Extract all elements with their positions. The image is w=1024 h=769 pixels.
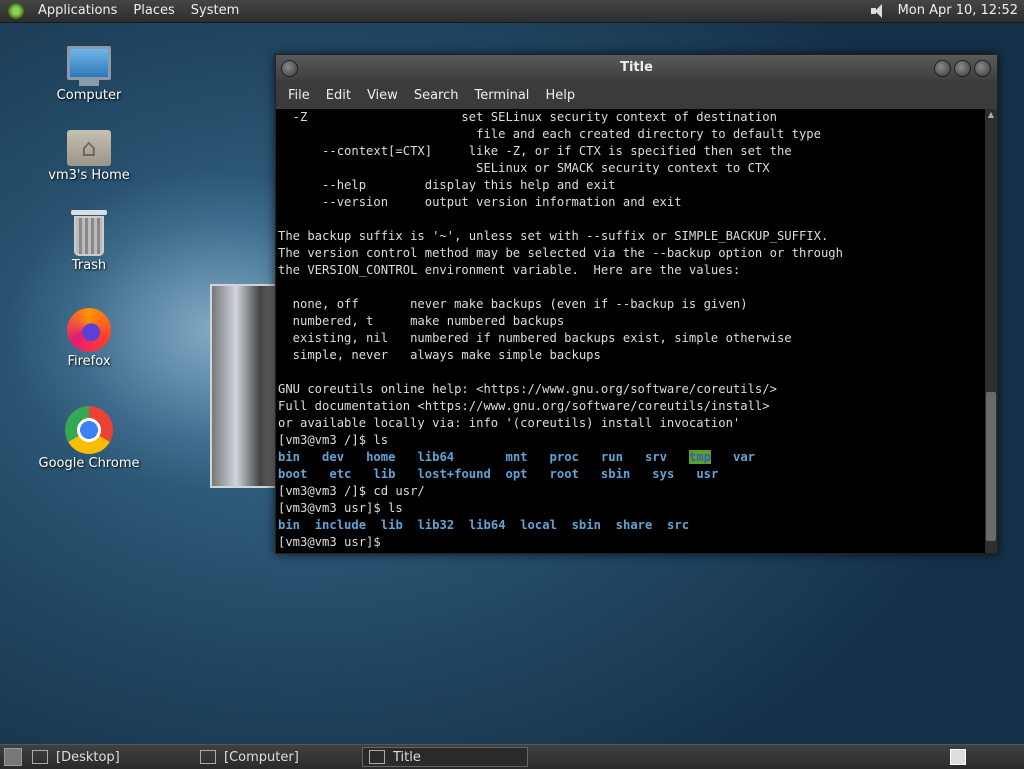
terminal-line: --version output version information and… bbox=[278, 195, 682, 209]
terminal-line: --context[=CTX] like -Z, or if CTX is sp… bbox=[278, 144, 792, 158]
ls-output-root-row2: boot etc lib lost+found opt root sbin sy… bbox=[278, 467, 719, 481]
terminal-line: or available locally via: info '(coreuti… bbox=[278, 416, 741, 430]
trash-icon bbox=[71, 210, 107, 256]
desktop-icon-label: Computer bbox=[56, 88, 122, 103]
taskbar-item-computer[interactable]: [Computer] bbox=[194, 747, 358, 767]
taskbar-item-desktop[interactable]: [Desktop] bbox=[26, 747, 190, 767]
terminal-line: GNU coreutils online help: <https://www.… bbox=[278, 382, 777, 396]
terminal-line: [vm3@vm3 /]$ cd usr/ bbox=[278, 484, 425, 498]
distro-logo-icon[interactable] bbox=[8, 3, 24, 19]
terminal-line: SELinux or SMACK security context to CTX bbox=[278, 161, 770, 175]
window-menubar: File Edit View Search Terminal Help bbox=[276, 81, 997, 109]
folder-icon bbox=[32, 750, 48, 764]
menu-file[interactable]: File bbox=[280, 88, 318, 103]
terminal-line: existing, nil numbered if numbered backu… bbox=[278, 331, 792, 345]
terminal-line: numbered, t make numbered backups bbox=[278, 314, 565, 328]
computer-icon bbox=[200, 750, 216, 764]
window-titlebar[interactable]: Title bbox=[276, 55, 997, 81]
taskbar-item-label: Title bbox=[393, 749, 421, 765]
terminal-line: none, off never make backups (even if --… bbox=[278, 297, 748, 311]
desktop-icon-chrome[interactable]: Google Chrome bbox=[34, 406, 144, 471]
show-desktop-icon[interactable] bbox=[4, 748, 22, 766]
scroll-up-arrow-icon[interactable]: ▲ bbox=[985, 109, 997, 121]
menu-terminal[interactable]: Terminal bbox=[466, 88, 537, 103]
menu-applications[interactable]: Applications bbox=[30, 0, 125, 22]
firefox-icon bbox=[67, 308, 111, 352]
home-folder-icon bbox=[67, 130, 111, 166]
terminal-window[interactable]: Title File Edit View Search Terminal Hel… bbox=[275, 54, 998, 554]
desktop-icon-firefox[interactable]: Firefox bbox=[34, 308, 144, 369]
terminal-line: The version control method may be select… bbox=[278, 246, 843, 260]
menu-edit[interactable]: Edit bbox=[318, 88, 359, 103]
panel-tray: Mon Apr 10, 12:52 bbox=[870, 0, 1024, 22]
close-button[interactable] bbox=[974, 60, 991, 77]
terminal-line: [vm3@vm3 usr]$ ls bbox=[278, 501, 403, 515]
bottom-taskbar: [Desktop] [Computer] Title bbox=[0, 744, 1024, 769]
terminal-line: Full documentation <https://www.gnu.org/… bbox=[278, 399, 770, 413]
taskbar-item-label: [Desktop] bbox=[56, 749, 120, 765]
workspace-switcher[interactable] bbox=[950, 749, 966, 765]
maximize-button[interactable] bbox=[954, 60, 971, 77]
terminal-line: the VERSION_CONTROL environment variable… bbox=[278, 263, 741, 277]
desktop-icon-label: vm3's Home bbox=[48, 168, 130, 183]
menu-view[interactable]: View bbox=[359, 88, 406, 103]
menu-places[interactable]: Places bbox=[125, 0, 182, 22]
desktop-icon-label: Trash bbox=[71, 258, 107, 273]
terminal-line: -Z set SELinux security context of desti… bbox=[278, 110, 777, 124]
volume-icon[interactable] bbox=[870, 3, 888, 19]
terminal-line: simple, never always make simple backups bbox=[278, 348, 601, 362]
terminal-line: --help display this help and exit bbox=[278, 178, 616, 192]
taskbar-item-label: [Computer] bbox=[224, 749, 299, 765]
taskbar-item-terminal[interactable]: Title bbox=[362, 747, 528, 767]
computer-icon bbox=[67, 46, 111, 86]
terminal-line: file and each created directory to defau… bbox=[278, 127, 821, 141]
chrome-icon bbox=[65, 406, 113, 454]
clock[interactable]: Mon Apr 10, 12:52 bbox=[898, 0, 1018, 22]
desktop-icon-computer[interactable]: Computer bbox=[34, 46, 144, 103]
menu-system[interactable]: System bbox=[183, 0, 247, 22]
terminal-scrollbar[interactable]: ▲ bbox=[985, 109, 997, 553]
scroll-thumb[interactable] bbox=[986, 392, 996, 541]
top-panel: Applications Places System Mon Apr 10, 1… bbox=[0, 0, 1024, 23]
desktop-icon-home[interactable]: vm3's Home bbox=[34, 130, 144, 183]
desktop-icon-trash[interactable]: Trash bbox=[34, 210, 144, 273]
terminal-output[interactable]: -Z set SELinux security context of desti… bbox=[276, 109, 985, 553]
desktop-icon-label: Firefox bbox=[67, 354, 111, 369]
minimize-button[interactable] bbox=[934, 60, 951, 77]
menu-help[interactable]: Help bbox=[537, 88, 583, 103]
terminal-prompt: [vm3@vm3 usr]$ bbox=[278, 535, 381, 549]
window-title: Title bbox=[620, 60, 653, 75]
terminal-line: [vm3@vm3 /]$ ls bbox=[278, 433, 389, 447]
ls-output-usr: bin include lib lib32 lib64 local sbin s… bbox=[278, 518, 690, 532]
menu-search[interactable]: Search bbox=[406, 88, 467, 103]
terminal-line: The backup suffix is '~', unless set wit… bbox=[278, 229, 829, 243]
desktop-icon-label: Google Chrome bbox=[38, 456, 140, 471]
terminal-icon bbox=[369, 750, 385, 764]
ls-output-root-row1: bin dev home lib64 mnt proc run srv tmp … bbox=[278, 450, 756, 464]
